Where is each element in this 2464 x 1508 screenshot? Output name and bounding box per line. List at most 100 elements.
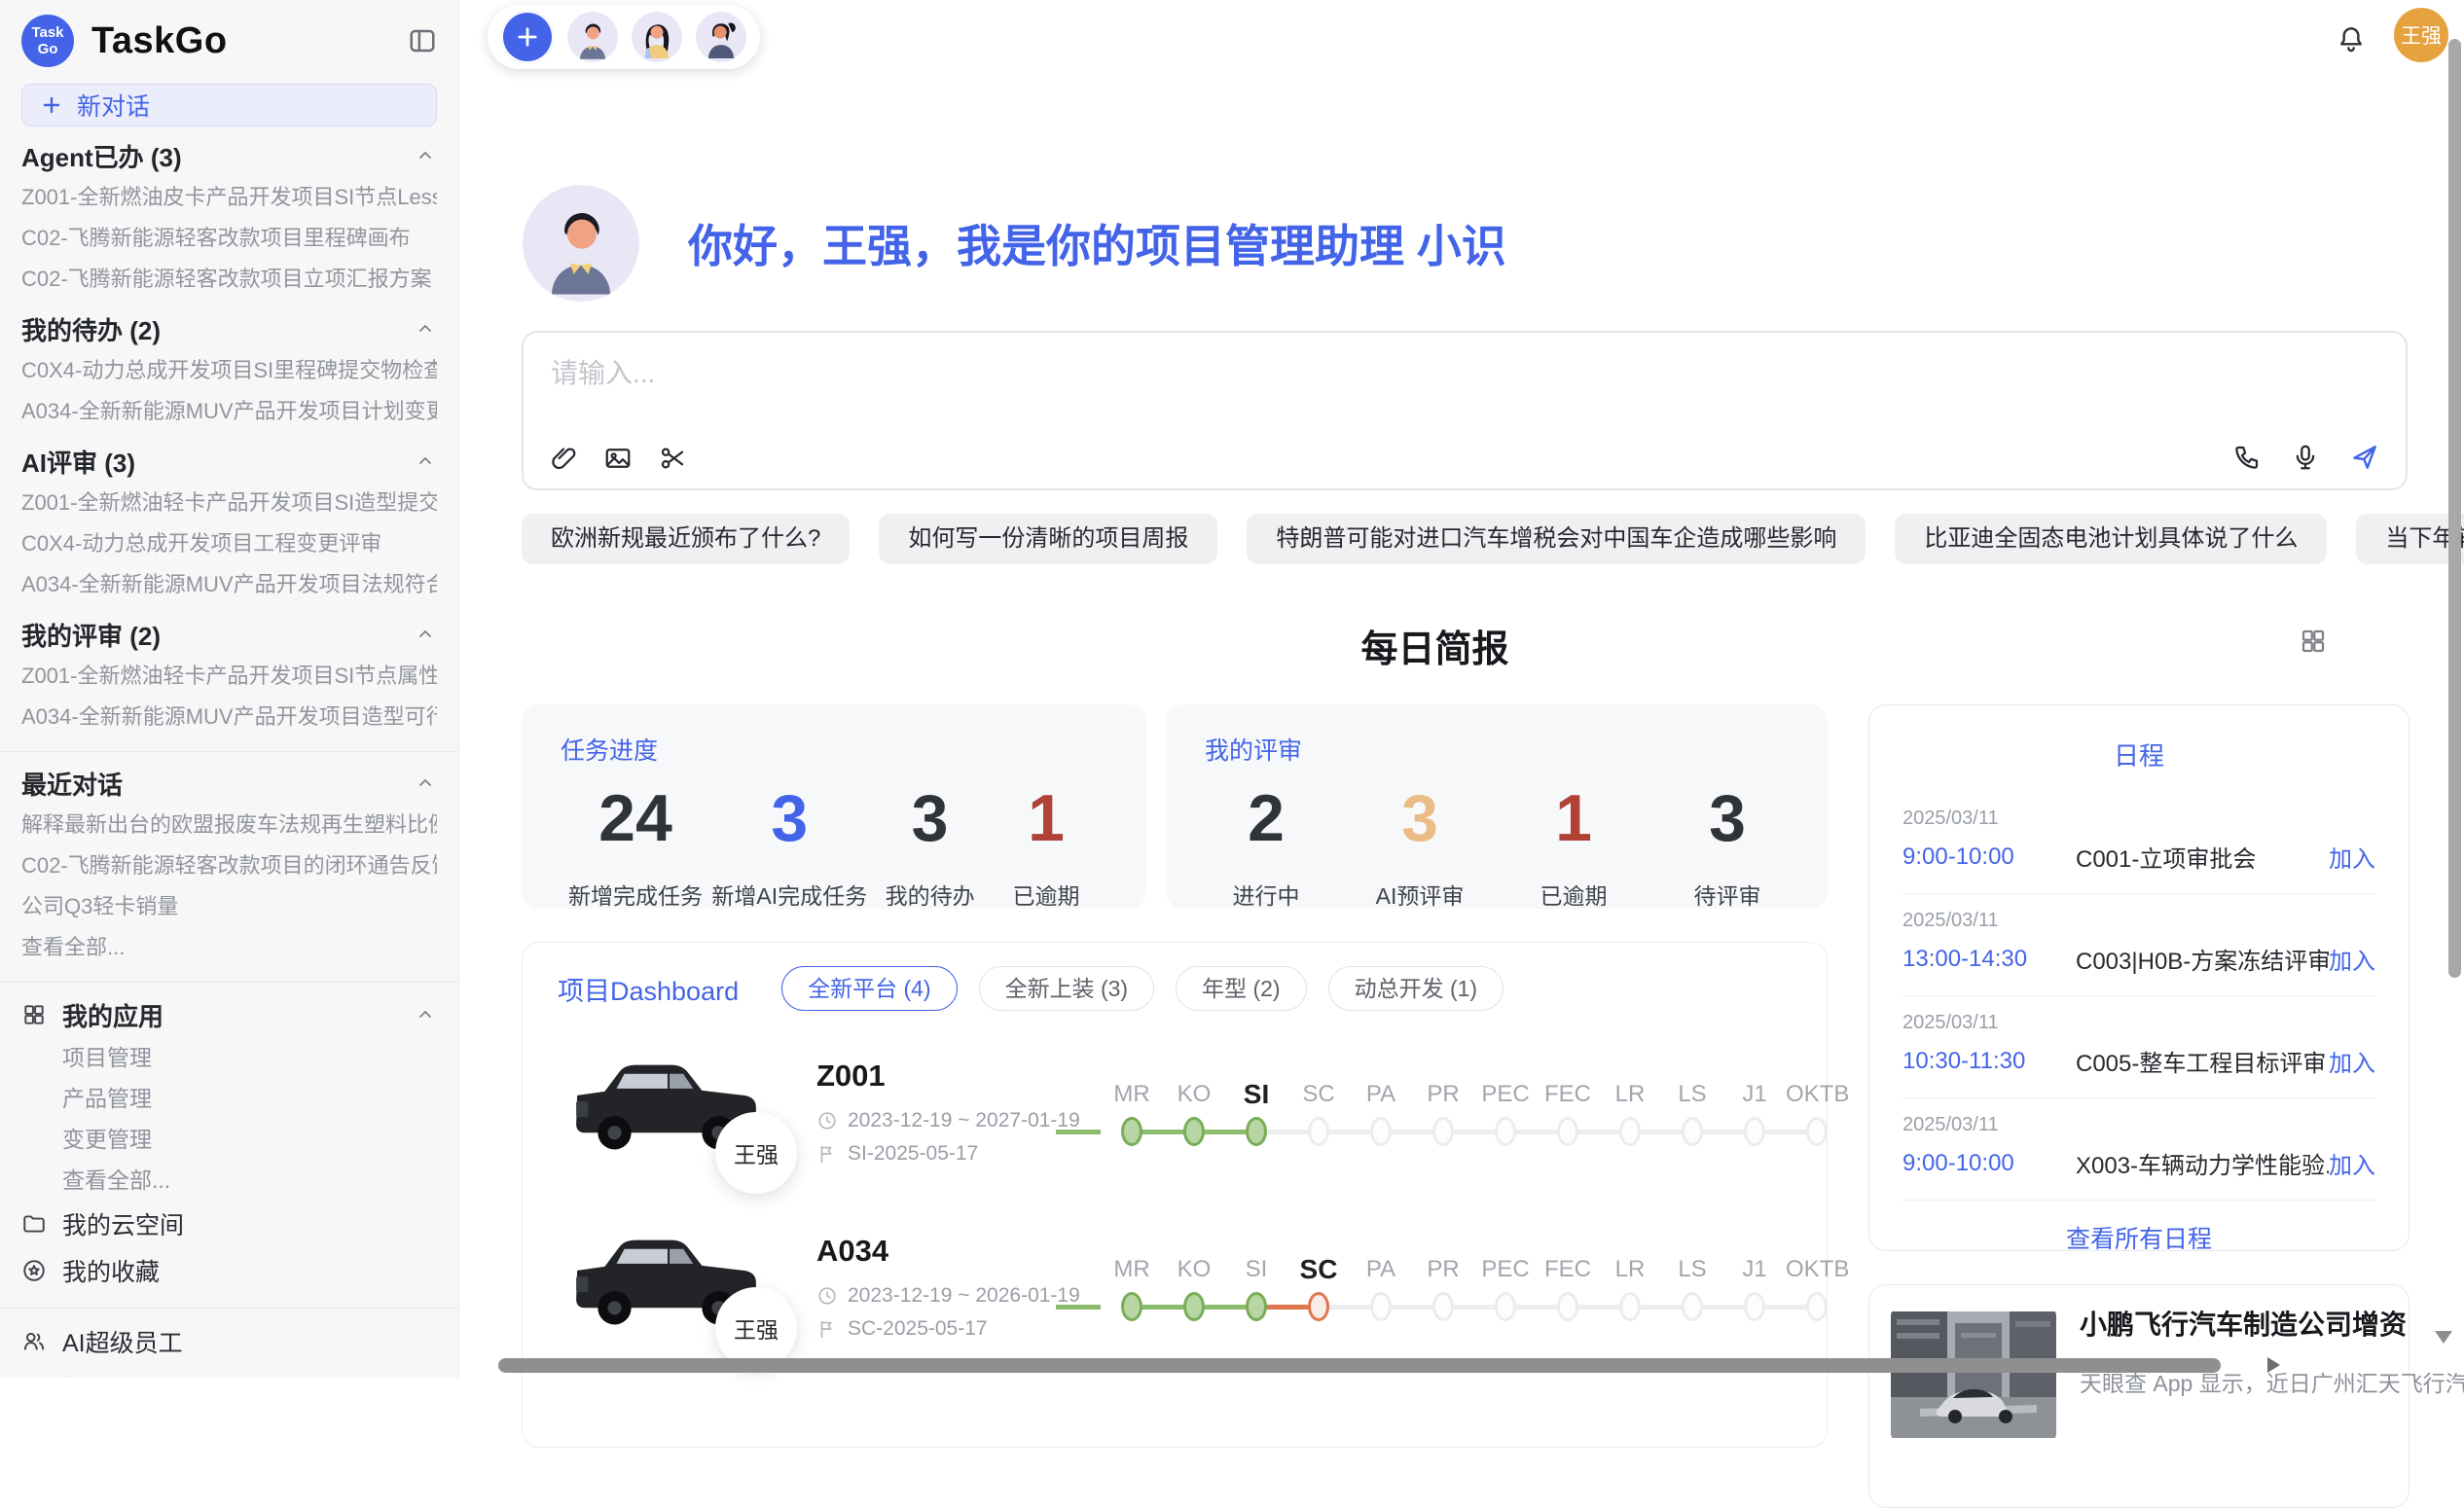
view-all-schedule-link[interactable]: 查看所有日程: [1902, 1220, 2375, 1255]
new-chat-button[interactable]: 新对话: [21, 84, 437, 126]
sidebar-item[interactable]: A034-全新新能源MUV产品开发项目计划变更表编写: [21, 391, 437, 432]
milestone-dot: [1619, 1117, 1641, 1146]
chevron-up-icon[interactable]: [414, 772, 437, 795]
image-upload-icon[interactable]: [603, 444, 633, 473]
project-code[interactable]: A034: [816, 1234, 1091, 1269]
agent-avatar-2[interactable]: [632, 12, 682, 62]
milestone[interactable]: MR: [1101, 1250, 1163, 1324]
suggestion-chip[interactable]: 欧洲新规最近颁布了什么?: [522, 514, 850, 564]
milestone[interactable]: LR: [1599, 1250, 1661, 1324]
chat-input[interactable]: [551, 358, 2205, 389]
milestone[interactable]: OKTB: [1786, 1250, 1848, 1324]
phone-call-icon[interactable]: [2232, 443, 2262, 472]
collapse-sidebar-icon[interactable]: [408, 26, 437, 55]
milestone[interactable]: SC: [1287, 1250, 1350, 1324]
milestone[interactable]: FEC: [1537, 1250, 1599, 1324]
dashboard-filter-chip[interactable]: 全新平台 (4): [781, 966, 958, 1011]
app-item[interactable]: 产品管理: [21, 1078, 437, 1119]
sidebar-item[interactable]: C02-飞腾新能源轻客改款项目里程碑画布: [21, 218, 437, 259]
suggestion-chip[interactable]: 比亚迪全固态电池计划具体说了什么: [1895, 514, 2327, 564]
news-card[interactable]: 小鹏飞行汽车制造公司增资 天眼查 App 显示，近日广州汇天飞行汽...: [1868, 1284, 2410, 1508]
chevron-up-icon[interactable]: [414, 449, 437, 473]
scroll-down-arrow[interactable]: [2435, 1331, 2452, 1344]
attachment-icon[interactable]: [549, 444, 578, 473]
join-meeting-link[interactable]: 加入: [2329, 1146, 2375, 1180]
horizontal-scrollbar[interactable]: [498, 1358, 2221, 1373]
suggestion-chip[interactable]: 如何写一份清晰的项目周报: [879, 514, 1217, 564]
notification-bell-icon[interactable]: [2336, 23, 2367, 54]
milestone[interactable]: J1: [1723, 1075, 1786, 1149]
vertical-scrollbar[interactable]: [2448, 39, 2461, 978]
milestone-dot: [1432, 1117, 1454, 1146]
suggestion-chip[interactable]: 特朗普可能对进口汽车增税会对中国车企造成哪些影响: [1247, 514, 1866, 564]
milestone[interactable]: LR: [1599, 1075, 1661, 1149]
view-all-link[interactable]: 查看全部...: [21, 1160, 437, 1201]
sidebar-item[interactable]: Z001-全新燃油轻卡产品开发项目SI造型提交物评审: [21, 483, 437, 523]
sidebar-tool[interactable]: AI超级员工: [21, 1318, 437, 1365]
milestone[interactable]: LS: [1661, 1250, 1723, 1324]
join-meeting-link[interactable]: 加入: [2329, 942, 2375, 976]
milestone[interactable]: FEC: [1537, 1075, 1599, 1149]
sidebar-item[interactable]: C02-飞腾新能源轻客改款项目立项汇报方案: [21, 259, 437, 300]
milestone[interactable]: PA: [1350, 1075, 1412, 1149]
sidebar-item[interactable]: A034-全新新能源MUV产品开发项目法规符合性评审: [21, 564, 437, 605]
scissors-icon[interactable]: [658, 444, 687, 473]
agent-avatar-bar: [488, 5, 760, 69]
suggestion-chips: 欧洲新规最近颁布了什么? 如何写一份清晰的项目周报特朗普可能对进口汽车增税会对中国…: [522, 514, 2464, 564]
dashboard-filter-chip[interactable]: 全新上装 (3): [979, 966, 1155, 1011]
microphone-icon[interactable]: [2291, 443, 2320, 472]
chevron-up-icon[interactable]: [414, 1003, 437, 1026]
milestone[interactable]: LS: [1661, 1075, 1723, 1149]
milestone[interactable]: PEC: [1474, 1250, 1537, 1324]
milestone[interactable]: KO: [1163, 1250, 1225, 1324]
milestone[interactable]: PA: [1350, 1250, 1412, 1324]
milestone[interactable]: PR: [1412, 1075, 1474, 1149]
view-all-link[interactable]: 查看全部...: [21, 927, 437, 968]
app-title: TaskGo: [91, 20, 228, 62]
sidebar-item[interactable]: A034-全新新能源MUV产品开发项目造型可行性评审: [21, 697, 437, 737]
user-avatar[interactable]: 王强: [2394, 8, 2448, 62]
chevron-up-icon[interactable]: [414, 144, 437, 167]
chevron-up-icon[interactable]: [414, 623, 437, 646]
milestone[interactable]: MR: [1101, 1075, 1163, 1149]
milestone[interactable]: KO: [1163, 1075, 1225, 1149]
divider: [0, 751, 458, 752]
layout-grid-icon[interactable]: [2299, 627, 2328, 656]
milestone[interactable]: SC: [1287, 1075, 1350, 1149]
milestone[interactable]: PEC: [1474, 1075, 1537, 1149]
join-meeting-link[interactable]: 加入: [2329, 1044, 2375, 1078]
sidebar-item[interactable]: Z001-全新燃油轻卡产品开发项目SI节点属性5D文件评审: [21, 656, 437, 697]
milestone[interactable]: SI: [1225, 1250, 1287, 1324]
agent-avatar-3[interactable]: [696, 12, 746, 62]
milestone[interactable]: PR: [1412, 1250, 1474, 1324]
recent-chat-item[interactable]: C02-飞腾新能源轻客改款项目的闭环通告反馈情况: [21, 845, 437, 886]
app-item[interactable]: 变更管理: [21, 1119, 437, 1160]
project-code[interactable]: Z001: [816, 1059, 1091, 1094]
sidebar-shortcut[interactable]: 我的收藏: [21, 1247, 437, 1294]
sidebar-shortcut[interactable]: 我的云空间: [21, 1201, 437, 1247]
my-apps-header[interactable]: 我的应用: [21, 992, 437, 1037]
chevron-up-icon[interactable]: [414, 317, 437, 341]
dashboard-filter-chip[interactable]: 年型 (2): [1176, 966, 1307, 1011]
agent-avatar-1[interactable]: [567, 12, 618, 62]
scroll-right-arrow[interactable]: [2267, 1357, 2280, 1373]
milestone[interactable]: SI: [1225, 1075, 1287, 1149]
sidebar-item[interactable]: Z001-全新燃油皮卡产品开发项目SI节点Lesson Learn报告: [21, 177, 437, 218]
milestone[interactable]: J1: [1723, 1250, 1786, 1324]
milestone[interactable]: OKTB: [1786, 1075, 1848, 1149]
project-date-range: 2023-12-19 ~ 2026-01-19: [848, 1284, 1080, 1308]
sidebar-tool[interactable]: 帮我写作: [21, 1365, 437, 1378]
stat-value: 24: [568, 780, 703, 856]
send-icon[interactable]: [2349, 442, 2380, 473]
sidebar-item[interactable]: C0X4-动力总成开发项目工程变更评审: [21, 523, 437, 564]
app-item[interactable]: 项目管理: [21, 1037, 437, 1078]
recent-chat-item[interactable]: 解释最新出台的欧盟报废车法规再生塑料比例被调至15%...: [21, 805, 437, 845]
clock-icon: [816, 1110, 838, 1131]
sidebar-item[interactable]: C0X4-动力总成开发项目SI里程碑提交物检查: [21, 350, 437, 391]
join-meeting-link[interactable]: 加入: [2329, 840, 2375, 874]
sidebar-group-header: 我的评审 (2): [21, 613, 437, 656]
recent-chat-item[interactable]: 公司Q3轻卡销量: [21, 886, 437, 927]
stat-item: 3AI预评审: [1366, 780, 1473, 911]
add-agent-button[interactable]: [501, 11, 554, 63]
dashboard-filter-chip[interactable]: 动总开发 (1): [1328, 966, 1504, 1011]
